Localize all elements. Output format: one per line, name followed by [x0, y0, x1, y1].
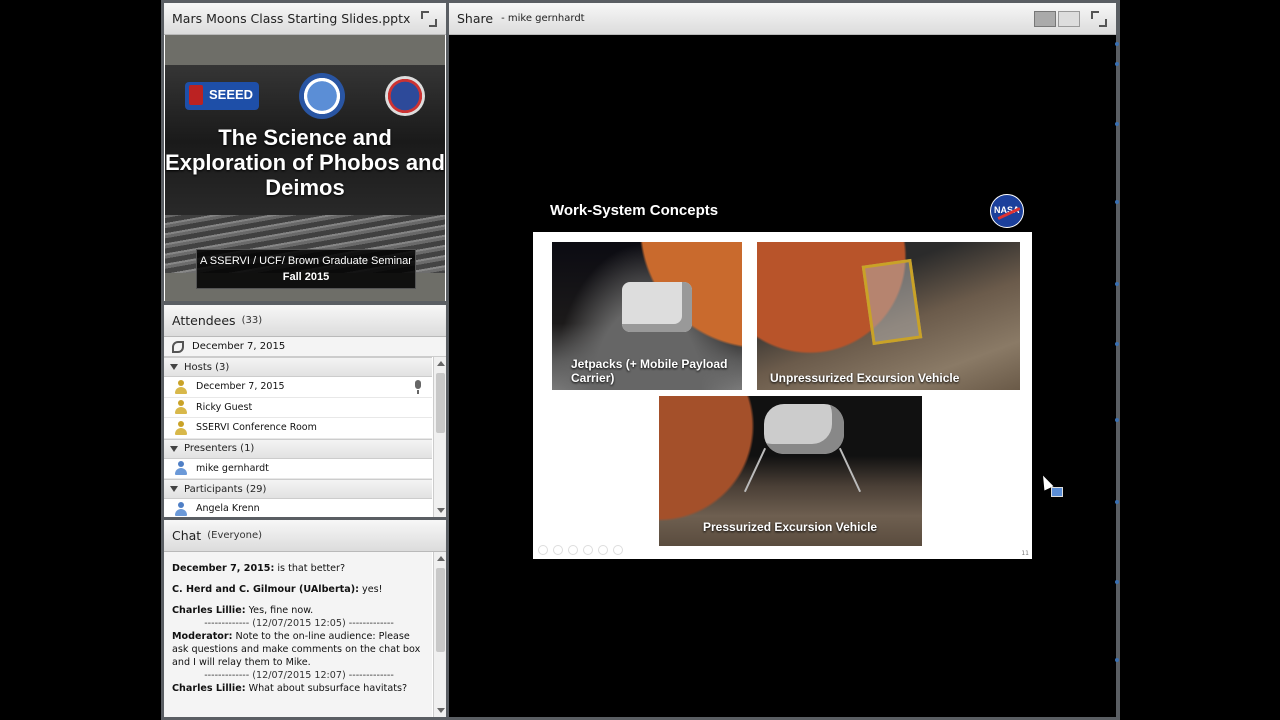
collapse-triangle-icon	[170, 486, 178, 492]
host-person-icon	[174, 400, 188, 415]
chat-message: C. Herd and C. Gilmour (UAlberta): yes!	[172, 584, 383, 595]
chat-message: Moderator: Note to the on-line audience:…	[172, 631, 421, 668]
shared-slide: Work-System Concepts NASA Jetpacks (+ Mo…	[533, 190, 1032, 559]
collapse-triangle-icon	[170, 445, 178, 452]
host-person-icon	[174, 420, 188, 435]
group-participants[interactable]: Participants (29)	[164, 479, 432, 499]
attendee-count: (33)	[241, 315, 263, 326]
slide-control-icon[interactable]	[583, 545, 593, 555]
scroll-down-icon[interactable]	[437, 708, 445, 713]
chat-timestamp-separator: ------------- (12/07/2015 12:07) -------…	[204, 670, 394, 681]
file-pod-header: Mars Moons Class Starting Slides.pptx	[164, 3, 446, 35]
attendee-list: Hosts (3) December 7, 2015 Ricky Guest S…	[164, 357, 432, 517]
scroll-thumb[interactable]	[436, 373, 445, 433]
chat-scrollbar[interactable]	[433, 552, 446, 717]
chat-scope[interactable]: (Everyone)	[207, 530, 262, 541]
phone-icon	[172, 340, 184, 353]
jetpacks-image: Jetpacks (+ Mobile Payload Carrier)	[552, 242, 742, 390]
attendee-row[interactable]: Angela Krenn	[164, 499, 432, 517]
attendees-header: Attendees (33)	[164, 305, 446, 337]
unpressurized-vehicle-image: Unpressurized Excursion Vehicle	[757, 242, 1020, 390]
title-slide-thumbnail: SEEED The Science and Exploration of Pho…	[165, 35, 445, 301]
presenter-icon	[174, 461, 188, 476]
presenter-pointer-badge	[1051, 487, 1063, 497]
astronaut-icon	[622, 282, 692, 332]
slide-controls[interactable]	[538, 545, 623, 555]
scroll-down-icon[interactable]	[437, 508, 445, 513]
attendee-row[interactable]: December 7, 2015	[164, 377, 432, 398]
unpressurized-caption: Unpressurized Excursion Vehicle	[770, 371, 960, 385]
microphone-icon	[412, 379, 424, 394]
pressurized-vehicle-image: Pressurized Excursion Vehicle	[659, 396, 922, 546]
attendees-title: Attendees	[172, 313, 236, 328]
slide-title: The Science and Exploration of Phobos an…	[165, 125, 445, 200]
sservi-logo	[299, 73, 345, 119]
attendee-scrollbar[interactable]	[433, 357, 446, 517]
chat-timestamp-separator: ------------- (12/07/2015 12:05) -------…	[204, 618, 394, 629]
chat-title: Chat	[172, 528, 202, 543]
chat-message: December 7, 2015: is that better?	[172, 563, 346, 574]
attendee-filter-label: December 7, 2015	[192, 341, 286, 352]
scroll-thumb[interactable]	[436, 568, 445, 652]
class-logo	[385, 76, 425, 116]
seminar-label: A SSERVI / UCF/ Brown Graduate Seminar	[200, 255, 412, 267]
maximize-icon[interactable]	[1090, 10, 1108, 28]
chat-message: Charles Lillie: What about subsurface ha…	[172, 683, 408, 694]
adobe-connect-window: Mars Moons Class Starting Slides.pptx SE…	[161, 0, 1120, 720]
share-header: Share - mike gernhardt	[449, 3, 1116, 35]
pressurized-caption: Pressurized Excursion Vehicle	[703, 520, 878, 534]
chat-messages: December 7, 2015: is that better? C. Her…	[164, 552, 432, 717]
share-presenter: - mike gernhardt	[501, 13, 585, 24]
share-title: Share	[457, 11, 494, 26]
seeed-logo: SEEED	[185, 82, 259, 110]
file-pod-title: Mars Moons Class Starting Slides.pptx	[172, 11, 411, 26]
chat-message: Charles Lillie: Yes, fine now.	[172, 605, 314, 616]
scroll-up-icon[interactable]	[437, 556, 445, 561]
view-mode-button-1[interactable]	[1034, 10, 1056, 27]
slide-heading: Work-System Concepts	[550, 202, 719, 219]
slide-control-icon[interactable]	[553, 545, 563, 555]
group-hosts[interactable]: Hosts (3)	[164, 357, 432, 377]
slide-control-icon[interactable]	[538, 545, 548, 555]
slide-page-number: 11	[1021, 550, 1029, 557]
attendees-body: December 7, 2015 Hosts (3) December 7, 2…	[164, 337, 446, 517]
scroll-up-icon[interactable]	[437, 361, 445, 366]
vehicle-icon	[764, 404, 844, 454]
attendee-row[interactable]: Ricky Guest	[164, 398, 432, 418]
maximize-icon[interactable]	[420, 10, 438, 28]
chat-header: Chat (Everyone)	[164, 520, 446, 552]
collapse-triangle-icon	[170, 364, 178, 370]
file-share-pod: Mars Moons Class Starting Slides.pptx SE…	[164, 3, 446, 301]
participant-person-icon	[174, 501, 188, 516]
attendee-row[interactable]: SSERVI Conference Room	[164, 418, 432, 439]
attendees-pod: Attendees (33) December 7, 2015 Hosts (3…	[164, 305, 446, 517]
seminar-box: A SSERVI / UCF/ Brown Graduate Seminar F…	[196, 249, 416, 289]
share-pod: Share - mike gernhardt Work-System Conce…	[449, 3, 1116, 717]
view-mode-button-2[interactable]	[1058, 10, 1080, 27]
term-label: Fall 2015	[282, 271, 330, 283]
attendee-row[interactable]: mike gernhardt	[164, 459, 432, 479]
host-person-icon	[174, 379, 188, 394]
attendee-filter-row[interactable]: December 7, 2015	[164, 337, 446, 357]
nasa-logo: NASA	[990, 194, 1024, 228]
chat-pod: Chat (Everyone) December 7, 2015: is tha…	[164, 520, 446, 717]
rover-icon	[861, 258, 923, 346]
group-presenters[interactable]: Presenters (1)	[164, 438, 432, 459]
slide-control-icon[interactable]	[568, 545, 578, 555]
jetpacks-caption: Jetpacks (+ Mobile Payload Carrier)	[571, 357, 728, 385]
slide-control-icon[interactable]	[613, 545, 623, 555]
right-edge-decoration	[1114, 0, 1120, 720]
slide-control-icon[interactable]	[598, 545, 608, 555]
logo-row: SEEED	[165, 73, 445, 119]
